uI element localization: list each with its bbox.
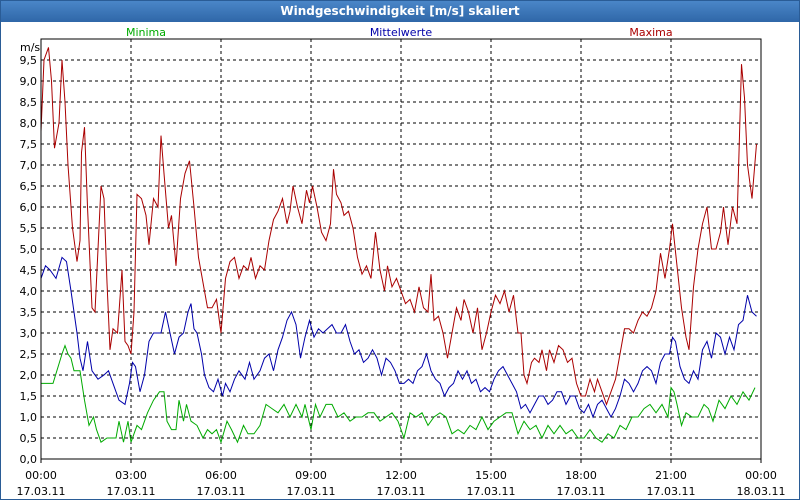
y-tick-label: 7,0 xyxy=(20,159,38,172)
x-tick-time: 03:00 xyxy=(115,469,147,482)
x-tick-time: 00:00 xyxy=(25,469,57,482)
x-tick-time: 15:00 xyxy=(475,469,507,482)
series-line-mittelwerte xyxy=(40,256,757,419)
y-axis-ticks: 0,0 0,5 1,0 1,5 2,0 2,5 3,0 3,5 4,0 4,5 5,0 5,5 6,0 6… xyxy=(20,54,38,466)
y-tick-label: 3,0 xyxy=(20,327,38,340)
x-tick-time: 12:00 xyxy=(385,469,417,482)
x-tick-time: 00:00 xyxy=(745,469,777,482)
y-tick-label: 5,5 xyxy=(20,222,38,235)
x-tick-date: 17.03.11 xyxy=(107,485,156,498)
x-tick-date: 17.03.11 xyxy=(647,485,696,498)
y-tick-label: 8,0 xyxy=(20,117,38,130)
legend-item-maxima: Maxima xyxy=(629,26,672,39)
x-tick-date: 17.03.11 xyxy=(17,485,66,498)
y-tick-label: 9,0 xyxy=(20,75,38,88)
y-tick-label: 1,5 xyxy=(20,390,38,403)
y-tick-label: 4,5 xyxy=(20,264,38,277)
x-tick-date: 17.03.11 xyxy=(377,485,426,498)
y-tick-label: 6,0 xyxy=(20,201,38,214)
y-tick-label: 9,5 xyxy=(20,54,38,67)
y-tick-label: 1,0 xyxy=(20,411,38,424)
legend: Minima Mittelwerte Maxima xyxy=(126,26,673,39)
y-tick-label: 0,5 xyxy=(20,432,38,445)
y-tick-label: 7,5 xyxy=(20,138,38,151)
x-tick-date: 18.03.11 xyxy=(737,485,786,498)
y-tick-label: 4,0 xyxy=(20,285,38,298)
x-tick-date: 17.03.11 xyxy=(557,485,606,498)
y-tick-label: 8,5 xyxy=(20,96,38,109)
x-tick-time: 06:00 xyxy=(205,469,237,482)
y-tick-label: 5,0 xyxy=(20,243,38,256)
chart-window: Windgeschwindigkeit [m/s] skaliert 0,0 0,… xyxy=(0,0,800,500)
y-tick-label: 6,5 xyxy=(20,180,38,193)
y-tick-label: 0,0 xyxy=(20,453,38,466)
series-line-maxima xyxy=(40,47,757,406)
wind-speed-chart: 0,0 0,5 1,0 1,5 2,0 2,5 3,0 3,5 4,0 4,5 5,0 5,5 6,0 6… xyxy=(17,26,786,498)
x-tick-time: 21:00 xyxy=(655,469,687,482)
grid xyxy=(41,39,761,459)
x-tick-date: 17.03.11 xyxy=(197,485,246,498)
y-tick-label: 3,5 xyxy=(20,306,38,319)
x-tick-time: 09:00 xyxy=(295,469,327,482)
series-line-minima xyxy=(41,344,756,444)
legend-item-minima: Minima xyxy=(126,26,166,39)
x-tick-date: 17.03.11 xyxy=(287,485,336,498)
legend-item-mittelwerte: Mittelwerte xyxy=(370,26,433,39)
x-axis-ticks: 00:00 17.03.11 03:00 17.03.11 06:00 17.03.11 0… xyxy=(17,459,786,498)
y-tick-label: 2,0 xyxy=(20,369,38,382)
x-tick-date: 17.03.11 xyxy=(467,485,516,498)
x-tick-time: 18:00 xyxy=(565,469,597,482)
y-tick-label: 2,5 xyxy=(20,348,38,361)
series-lines xyxy=(40,47,757,444)
y-axis-unit-label: m/s xyxy=(20,41,40,54)
